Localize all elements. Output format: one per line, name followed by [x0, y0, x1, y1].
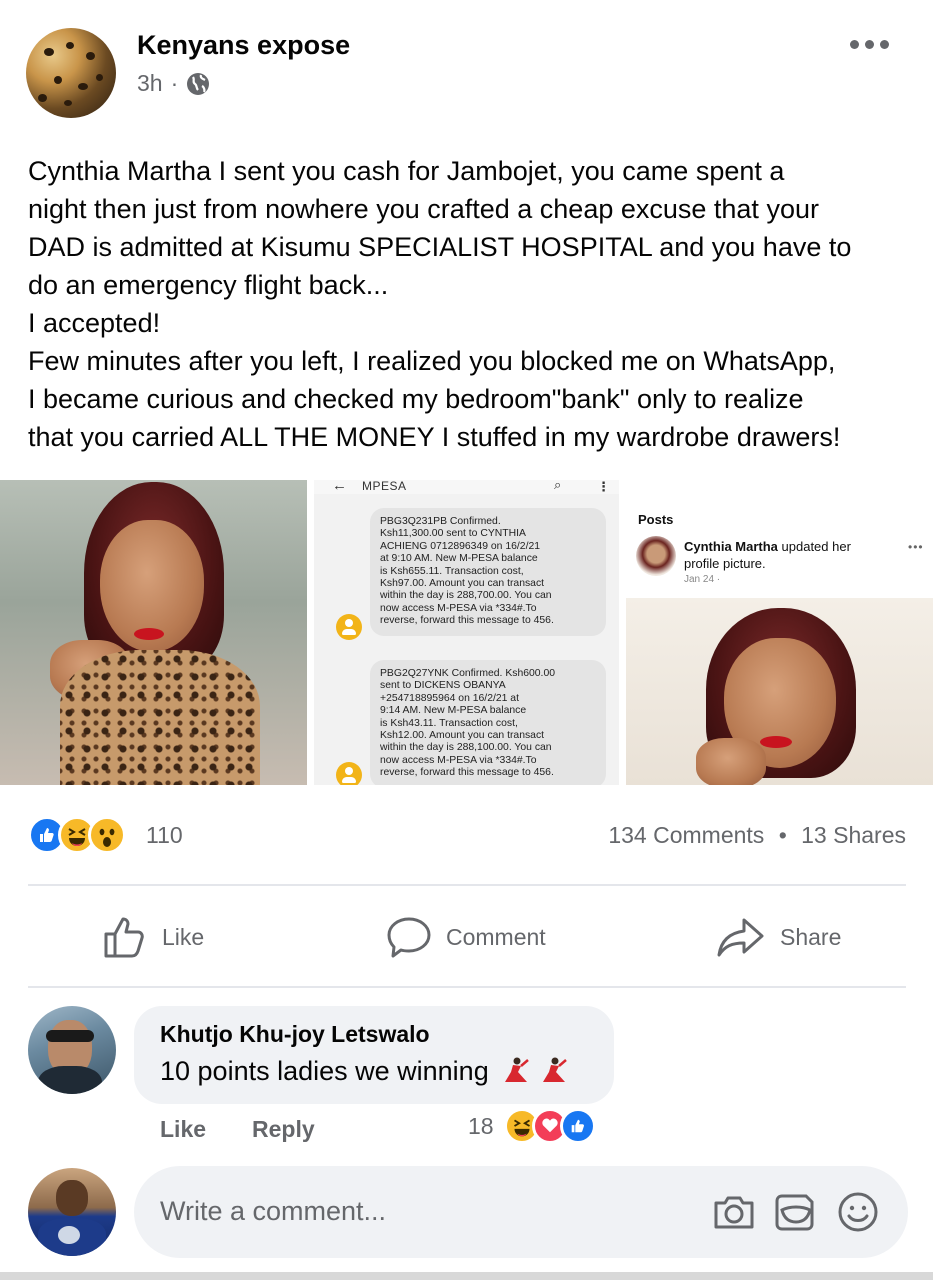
- card-more-icon: •••: [908, 540, 924, 554]
- divider: [28, 884, 906, 886]
- commenter-avatar[interactable]: [28, 1006, 116, 1094]
- comment-reaction-count: 18: [468, 1112, 494, 1139]
- share-button[interactable]: Share: [716, 890, 841, 984]
- post-text-line: I accepted!: [28, 308, 161, 338]
- back-arrow-icon: ←: [332, 480, 347, 494]
- comment-input-placeholder: Write a comment...: [160, 1196, 387, 1226]
- post-text: Cynthia Martha I sent you cash for Jambo…: [28, 152, 908, 456]
- comment-reply-button[interactable]: Reply: [252, 1116, 315, 1143]
- photo-woman-selfie[interactable]: [0, 480, 307, 785]
- shares-count[interactable]: 13 Shares: [801, 822, 906, 848]
- share-icon: [717, 918, 764, 957]
- card-text: Cynthia Martha updated her profile pictu…: [684, 539, 851, 571]
- comment-composer: Write a comment...: [28, 1166, 908, 1258]
- comment-text: 10 points ladies we winning: [160, 1056, 568, 1087]
- post-text-line: do an emergency flight back...: [28, 270, 389, 300]
- commenter-name[interactable]: Khutjo Khu-joy Letswalo: [160, 1021, 430, 1048]
- contact-avatar-icon: [336, 614, 362, 640]
- card-avatar: [636, 536, 676, 576]
- post-actions: Like Comment Share: [28, 890, 906, 984]
- post-header: Kenyans expose 3h ·: [26, 26, 906, 118]
- like-icon: [104, 917, 144, 958]
- reactions-summary[interactable]: 110 134 Comments • 13 Shares: [28, 815, 906, 855]
- comment-reactions[interactable]: 18: [468, 1108, 596, 1144]
- post-text-line: night then just from nowhere you crafted…: [28, 194, 819, 224]
- counts-separator: •: [778, 822, 787, 848]
- like-label: Like: [162, 923, 205, 950]
- contact-avatar-icon: [336, 762, 362, 785]
- post-photos: ← MPESA ⌕ ⋮ PBG3Q231PB Confirmed. Ksh11,…: [0, 480, 933, 785]
- gif-sticker-icon[interactable]: [774, 1190, 818, 1234]
- post-text-line: DAD is admitted at Kisumu SPECIALIST HOS…: [28, 232, 852, 262]
- sms-title: MPESA: [362, 480, 407, 493]
- page-name[interactable]: Kenyans expose: [137, 30, 350, 61]
- sms-toolbar: ← MPESA ⌕ ⋮: [314, 480, 619, 494]
- comment-icon: [387, 917, 431, 958]
- globe-icon: [187, 72, 210, 95]
- post-text-line: Few minutes after you left, I realized y…: [28, 346, 836, 376]
- search-icon: ⌕: [554, 480, 562, 492]
- composer-icons: [712, 1190, 880, 1234]
- mpesa-sms-screenshot[interactable]: ← MPESA ⌕ ⋮ PBG3Q231PB Confirmed. Ksh11,…: [314, 480, 619, 785]
- post-text-line: Cynthia Martha I sent you cash for Jambo…: [28, 156, 785, 186]
- comments-count[interactable]: 134 Comments: [608, 822, 764, 848]
- post-meta: 3h ·: [137, 70, 210, 97]
- comment-like-button[interactable]: Like: [160, 1116, 206, 1143]
- current-user-avatar[interactable]: [28, 1168, 116, 1256]
- like-reaction-icon: [559, 1108, 596, 1144]
- comment-bubble: Khutjo Khu-joy Letswalo 10 points ladies…: [134, 1006, 614, 1104]
- card-profile-photo: [626, 598, 933, 785]
- like-button[interactable]: Like: [102, 890, 204, 984]
- comment-label: Comment: [446, 923, 546, 950]
- comment-button[interactable]: Comment: [386, 890, 546, 984]
- reaction-icons: [28, 815, 126, 855]
- share-label: Share: [780, 923, 842, 950]
- sms-message: PBG3Q231PB Confirmed. Ksh11,300.00 sent …: [370, 508, 606, 636]
- page-avatar[interactable]: [26, 28, 116, 118]
- post-text-line: that you carried ALL THE MONEY I stuffed…: [28, 422, 841, 452]
- post-text-line: I became curious and checked my bedroom"…: [28, 384, 804, 414]
- card-section-title: Posts: [638, 512, 674, 527]
- emoji-icon[interactable]: [836, 1190, 880, 1234]
- dancer-emoji: [542, 1057, 567, 1082]
- wow-reaction-icon: [88, 816, 126, 854]
- comments-shares-count[interactable]: 134 Comments • 13 Shares: [608, 822, 906, 849]
- divider: [28, 986, 906, 988]
- meta-separator: ·: [170, 70, 179, 96]
- sms-message: PBG2Q27YNK Confirmed. Ksh600.00 sent to …: [370, 660, 606, 785]
- kebab-menu-icon: ⋮: [597, 480, 610, 494]
- more-options-icon[interactable]: [850, 32, 894, 56]
- comment-item: Khutjo Khu-joy Letswalo 10 points ladies…: [28, 1006, 908, 1156]
- post-time[interactable]: 3h: [137, 70, 163, 97]
- comment-input[interactable]: Write a comment...: [134, 1166, 908, 1258]
- camera-icon[interactable]: [712, 1190, 756, 1234]
- bottom-edge: [0, 1272, 933, 1280]
- reaction-count[interactable]: 110: [146, 822, 183, 849]
- card-date: Jan 24 ·: [684, 574, 721, 585]
- profile-update-screenshot[interactable]: Posts Cynthia Martha updated her profile…: [626, 480, 933, 785]
- dancer-emoji: [505, 1057, 530, 1082]
